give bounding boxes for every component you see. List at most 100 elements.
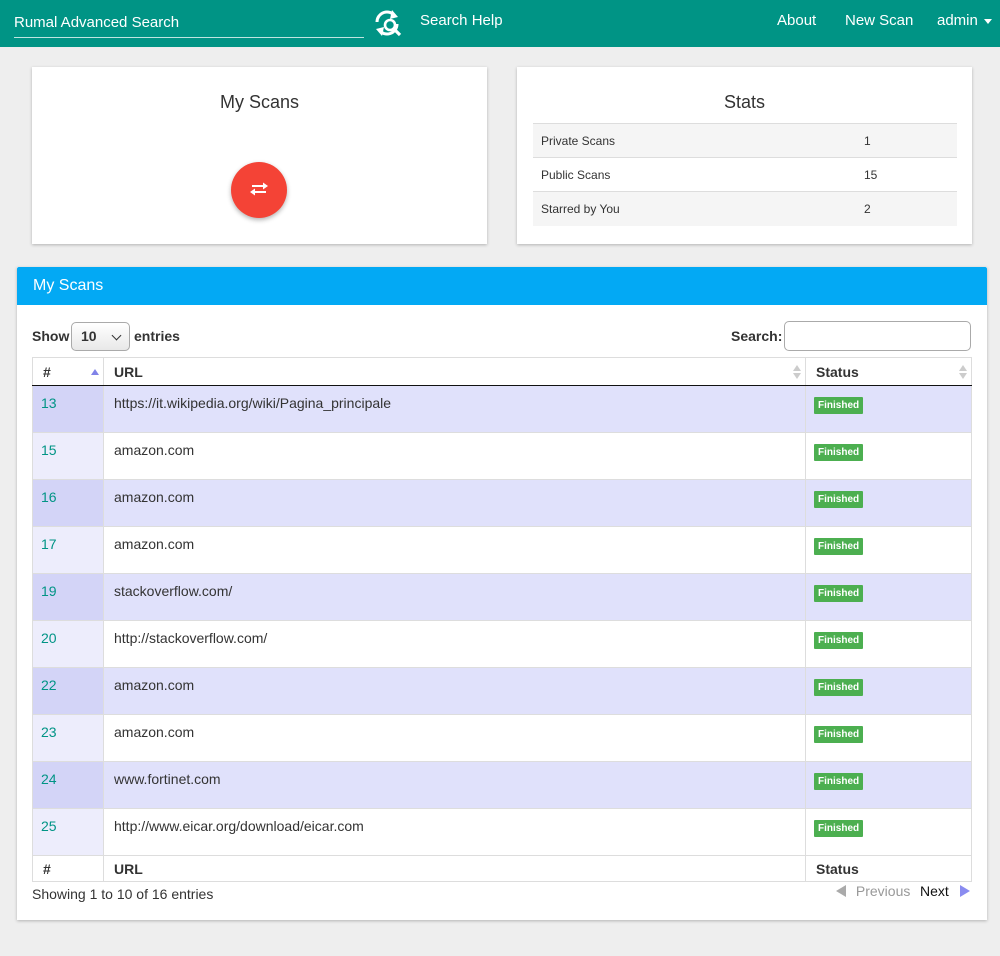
scan-status-cell: Finished (805, 714, 972, 762)
entries-label: entries (134, 328, 180, 344)
table-row: 22 amazon.com Finished (32, 667, 972, 715)
stats-row: Private Scans 1 (533, 123, 957, 158)
refresh-search-icon[interactable] (371, 6, 405, 40)
stats-label: Starred by You (533, 191, 856, 226)
table-row: 19 stackoverflow.com/ Finished (32, 573, 972, 621)
stats-row: Public Scans 15 (533, 157, 957, 192)
scan-url: amazon.com (103, 432, 806, 480)
column-header-url[interactable]: URL (103, 357, 806, 386)
next-page-button[interactable]: Next (920, 883, 970, 899)
scan-status-cell: Finished (805, 526, 972, 574)
scan-id-cell: 15 (32, 432, 104, 480)
entries-per-page-value: 10 (81, 328, 97, 344)
status-badge: Finished (814, 585, 864, 602)
admin-menu[interactable]: admin (937, 12, 992, 29)
table-row: 23 amazon.com Finished (32, 714, 972, 762)
advanced-search-field (14, 7, 364, 38)
my-scans-card: My Scans (32, 67, 487, 244)
scan-url: https://it.wikipedia.org/wiki/Pagina_pri… (103, 385, 806, 433)
sort-icon (959, 365, 967, 379)
previous-label: Previous (855, 883, 911, 899)
show-label: Show (32, 328, 70, 344)
scan-id-cell: 19 (32, 573, 104, 621)
advanced-search-input[interactable] (14, 7, 364, 36)
status-badge: Finished (814, 444, 864, 461)
table-row: 13 https://it.wikipedia.org/wiki/Pagina_… (32, 385, 972, 433)
scan-id-cell: 16 (32, 479, 104, 527)
scan-id-cell: 23 (32, 714, 104, 762)
scan-status-cell: Finished (805, 667, 972, 715)
top-navbar: Search Help About New Scan admin (0, 0, 1000, 47)
next-label: Next (920, 883, 949, 899)
table-row: 15 amazon.com Finished (32, 432, 972, 480)
search-help-link[interactable]: Search Help (420, 12, 503, 29)
scan-status-cell: Finished (805, 761, 972, 809)
status-badge: Finished (814, 491, 864, 508)
arrow-left-icon (836, 885, 846, 897)
scans-table: # URL Status 13 https://it.wikipedia.org… (32, 357, 972, 882)
column-header-id[interactable]: # (32, 357, 104, 386)
previous-page-button[interactable]: Previous (836, 883, 910, 899)
table-row: 25 http://www.eicar.org/download/eicar.c… (32, 808, 972, 856)
scan-status-cell: Finished (805, 385, 972, 433)
footer-header-id: # (32, 855, 104, 882)
swap-scans-button[interactable] (231, 162, 287, 218)
scan-id-cell: 20 (32, 620, 104, 668)
scan-url: stackoverflow.com/ (103, 573, 806, 621)
scan-id-link[interactable]: 25 (41, 818, 57, 834)
scan-id-link[interactable]: 15 (41, 442, 57, 458)
table-row: 24 www.fortinet.com Finished (32, 761, 972, 809)
table-row: 17 amazon.com Finished (32, 526, 972, 574)
stats-row: Starred by You 2 (533, 191, 957, 226)
stats-card: Stats Private Scans 1 Public Scans 15 St… (517, 67, 972, 244)
scan-url: amazon.com (103, 667, 806, 715)
scan-url: amazon.com (103, 526, 806, 574)
table-info: Showing 1 to 10 of 16 entries (32, 886, 214, 902)
status-badge: Finished (814, 632, 864, 649)
scan-status-cell: Finished (805, 479, 972, 527)
status-badge: Finished (814, 820, 864, 837)
scan-url: http://stackoverflow.com/ (103, 620, 806, 668)
arrow-right-icon (959, 885, 970, 897)
status-badge: Finished (814, 397, 864, 414)
scan-url: www.fortinet.com (103, 761, 806, 809)
scan-url: amazon.com (103, 714, 806, 762)
column-header-status[interactable]: Status (805, 357, 972, 386)
scan-id-link[interactable]: 19 (41, 583, 57, 599)
column-header-label: Status (816, 363, 859, 380)
table-search-input[interactable] (784, 321, 971, 351)
stats-title: Stats (723, 92, 766, 112)
admin-label: admin (937, 12, 978, 29)
scan-url: amazon.com (103, 479, 806, 527)
about-link[interactable]: About (777, 12, 816, 29)
entries-per-page-select[interactable]: 10 (71, 322, 130, 351)
scan-status-cell: Finished (805, 620, 972, 668)
status-badge: Finished (814, 538, 864, 555)
table-search-label: Search: (731, 328, 783, 344)
footer-header-status: Status (805, 855, 972, 882)
scan-id-link[interactable]: 23 (41, 724, 57, 740)
scan-url: http://www.eicar.org/download/eicar.com (103, 808, 806, 856)
scan-id-cell: 22 (32, 667, 104, 715)
scan-status-cell: Finished (805, 573, 972, 621)
scan-id-link[interactable]: 20 (41, 630, 57, 646)
status-badge: Finished (814, 679, 864, 696)
my-scans-panel-header: My Scans (17, 267, 987, 305)
stats-value: 2 (856, 191, 957, 226)
scan-id-cell: 17 (32, 526, 104, 574)
scan-id-link[interactable]: 13 (41, 395, 57, 411)
scan-id-link[interactable]: 24 (41, 771, 57, 787)
scan-id-link[interactable]: 16 (41, 489, 57, 505)
sort-ascending-icon (91, 365, 99, 379)
scan-id-link[interactable]: 17 (41, 536, 57, 552)
table-row: 20 http://stackoverflow.com/ Finished (32, 620, 972, 668)
scan-status-cell: Finished (805, 808, 972, 856)
swap-arrows-icon (249, 181, 269, 200)
scan-id-link[interactable]: 22 (41, 677, 57, 693)
footer-header-url: URL (103, 855, 806, 882)
my-scans-panel-title: My Scans (33, 277, 104, 294)
new-scan-link[interactable]: New Scan (845, 12, 913, 29)
scan-id-cell: 24 (32, 761, 104, 809)
table-row: 16 amazon.com Finished (32, 479, 972, 527)
status-badge: Finished (814, 726, 864, 743)
